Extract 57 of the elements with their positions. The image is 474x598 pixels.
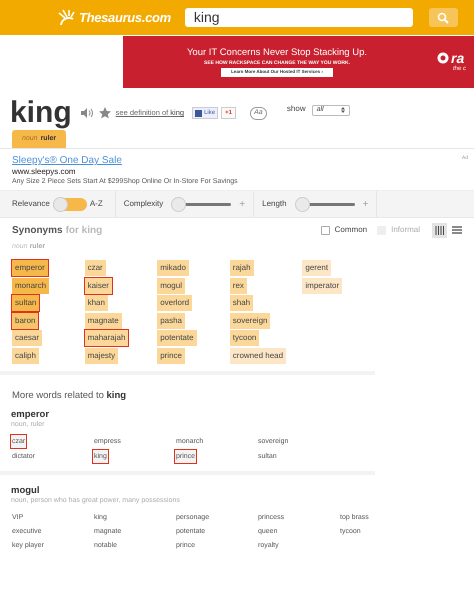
section-subtitle: for king — [66, 224, 102, 238]
sort-label: A-Z — [90, 198, 103, 210]
synonym-link[interactable]: magnate — [84, 312, 122, 328]
banner-headline: Your IT Concerns Never Stop Stacking Up. — [186, 47, 368, 59]
group-word: mogul — [11, 485, 40, 496]
synonym-link[interactable]: maharajah — [84, 330, 128, 346]
list-icon — [452, 226, 462, 234]
speaker-icon[interactable] — [80, 108, 93, 118]
updown-arrow-icon — [340, 107, 345, 113]
search-button[interactable] — [428, 8, 458, 27]
synonym-link[interactable]: majesty — [84, 348, 118, 364]
search-icon — [437, 12, 450, 24]
synonym-link[interactable]: khan — [84, 295, 108, 311]
checkbox[interactable] — [320, 226, 330, 234]
synonym-link[interactable]: kaiser — [84, 278, 112, 294]
section-title: Synonyms — [12, 224, 63, 238]
brand-name: ra — [451, 50, 464, 64]
synonym-link[interactable]: overlord — [157, 295, 192, 311]
checkbox-label: Informal — [391, 224, 420, 236]
related-heading: More words related to king — [11, 389, 128, 403]
show-label: show — [286, 103, 306, 115]
sort-label: Relevance — [12, 198, 50, 210]
synonym-link[interactable]: caliph — [12, 348, 39, 364]
checkbox-label: Common — [334, 224, 368, 236]
slider[interactable] — [171, 196, 232, 212]
synonym-link[interactable]: caesar — [12, 330, 42, 346]
star-icon[interactable] — [98, 107, 111, 119]
synonym-link[interactable]: sultan — [12, 295, 40, 311]
synonym-link[interactable]: rex — [230, 278, 247, 294]
synonym-link[interactable]: imperator — [302, 278, 342, 294]
synonym-link[interactable]: czar — [84, 260, 106, 276]
facebook-icon — [195, 110, 202, 116]
synonym-link[interactable]: crowned head — [230, 348, 286, 364]
synonym-link[interactable]: potentate — [157, 330, 197, 346]
search-field[interactable]: king — [184, 8, 413, 27]
synonym-link[interactable]: mikado — [157, 260, 189, 276]
synonym-link[interactable]: pasha — [157, 312, 185, 328]
synonym-link[interactable]: sovereign — [230, 312, 270, 328]
slider[interactable] — [294, 196, 355, 212]
synonym-link[interactable]: shah — [230, 295, 254, 311]
synonym-link[interactable]: prince — [157, 348, 185, 364]
synonym-link[interactable]: gerent — [302, 260, 332, 276]
synonym-link[interactable]: emperor — [12, 260, 48, 276]
headword: king — [10, 98, 72, 128]
synonym-link[interactable]: mogul — [157, 278, 185, 294]
synonym-link[interactable]: tycoon — [230, 330, 260, 346]
columns-icon — [435, 226, 444, 234]
slider-label: Complexity — [124, 198, 164, 210]
ad-url: www.sleepys.com — [12, 167, 77, 177]
slider-label: Length — [262, 198, 287, 210]
sort-toggle[interactable] — [52, 198, 87, 210]
column-view-button[interactable] — [432, 222, 447, 238]
synonym-link[interactable]: rajah — [230, 260, 254, 276]
group-word: emperor — [11, 409, 50, 420]
synonym-link[interactable]: baron — [12, 312, 38, 328]
synonym-link[interactable]: monarch — [12, 278, 50, 294]
brand-logo-icon — [437, 52, 449, 64]
